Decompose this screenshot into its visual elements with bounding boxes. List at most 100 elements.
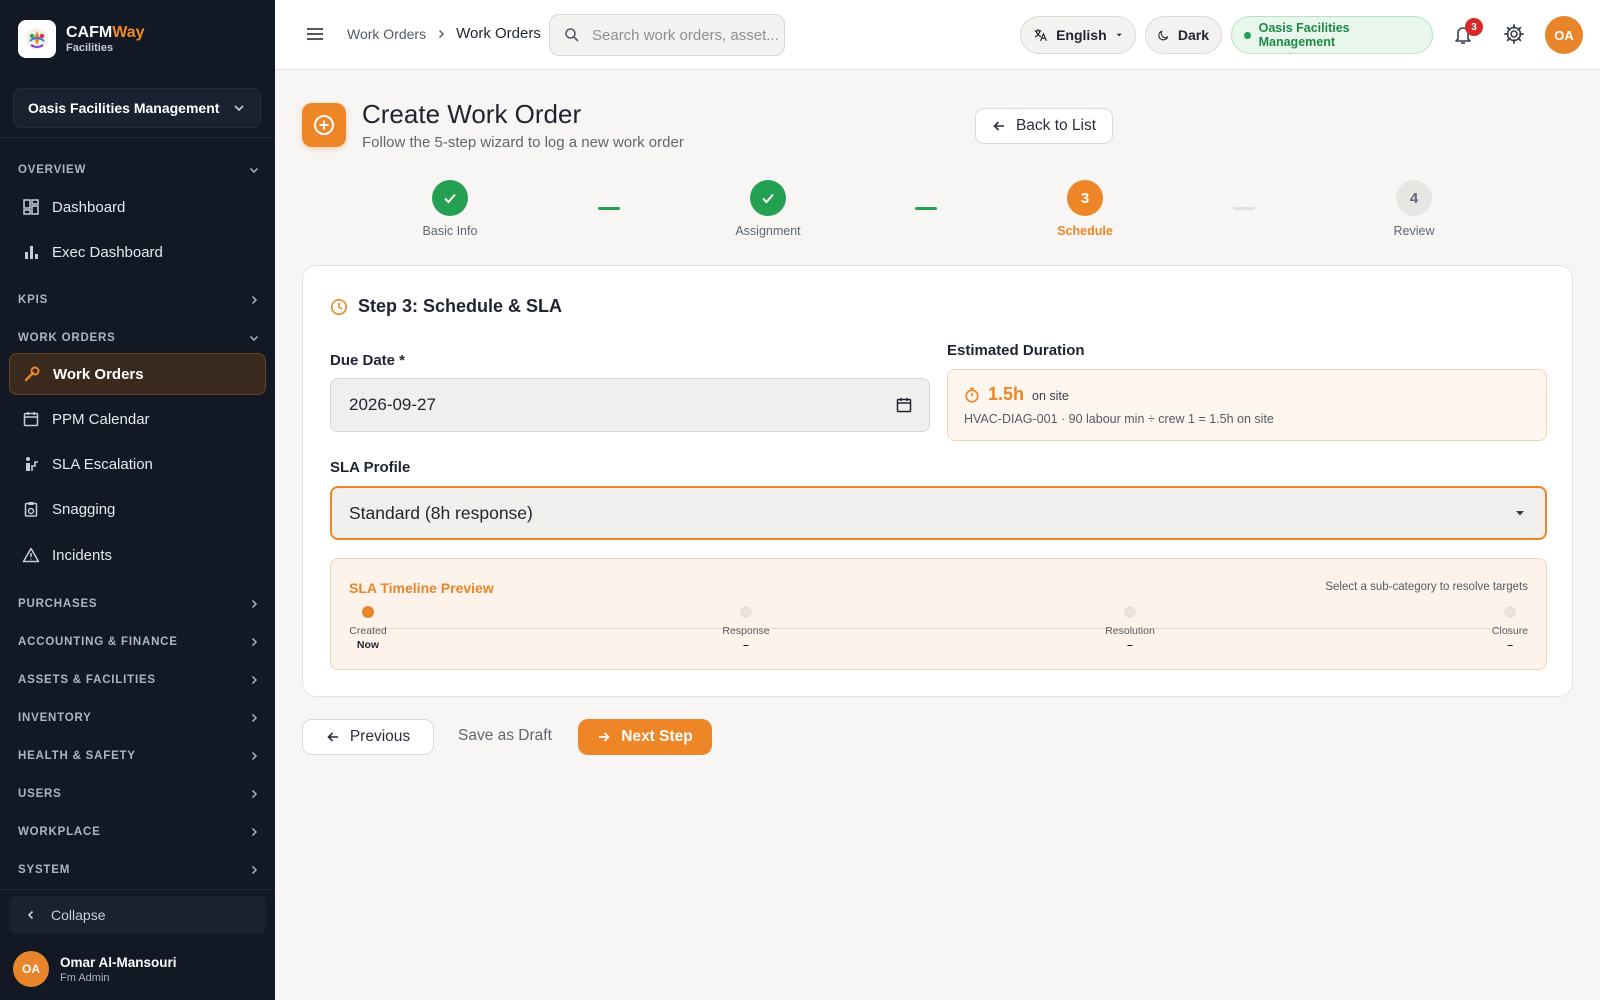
- sidebar-divider: [0, 889, 275, 890]
- section-assets-label: ASSETS & FACILITIES: [18, 674, 156, 686]
- user-name: Omar Al-Mansouri: [60, 954, 177, 970]
- sidebar-item-label: Work Orders: [53, 365, 144, 383]
- section-accounting-label: ACCOUNTING & FINANCE: [18, 636, 178, 648]
- sidebar-divider: [0, 137, 275, 138]
- arrow-right-icon: [599, 732, 610, 742]
- timeline-point-response: Response –: [706, 606, 786, 651]
- chevron-right-icon: [251, 599, 258, 609]
- step-label: Schedule: [1057, 224, 1113, 238]
- warning-icon: [22, 547, 40, 563]
- duration-value: 1.5h: [988, 384, 1025, 404]
- chevron-right-icon: [251, 751, 258, 761]
- sidebar-item-sla-escalation[interactable]: SLA Escalation: [9, 443, 266, 485]
- arrow-left-icon: [327, 732, 338, 742]
- brand-name: CAFMWay: [66, 24, 145, 41]
- chevron-right-icon: [439, 29, 445, 38]
- brand-logo-icon: [18, 20, 56, 58]
- section-kpis-label: KPIS: [18, 294, 49, 306]
- sidebar-item-work-orders[interactable]: Work Orders: [9, 353, 266, 395]
- section-system-label: SYSTEM: [18, 864, 71, 876]
- step-basic-info[interactable]: Basic Info: [380, 180, 520, 238]
- card-title-label: Step 3: Schedule & SLA: [358, 296, 563, 316]
- page-title: Create Work Order: [362, 99, 582, 129]
- breadcrumb-link-work-orders[interactable]: Work Orders: [347, 26, 426, 42]
- bar-chart-icon: [25, 246, 38, 259]
- sidebar-item-label: Dashboard: [52, 198, 126, 216]
- section-accounting-finance[interactable]: ACCOUNTING & FINANCE: [18, 636, 260, 648]
- notification-count-badge: 3: [1465, 18, 1483, 36]
- due-date-label: Due Date *: [330, 352, 406, 369]
- section-workplace-label: WORKPLACE: [18, 826, 101, 838]
- timeline-title: SLA Timeline Preview: [349, 580, 494, 596]
- translate-icon: [1034, 29, 1047, 42]
- organization-selector-label: Oasis Facilities Management: [28, 100, 220, 116]
- chevron-down-icon: [234, 105, 244, 112]
- chevron-right-icon: [251, 865, 258, 875]
- timeline-point-value: Now: [356, 639, 380, 651]
- arrow-left-icon: [993, 121, 1004, 131]
- due-date-value: 2026-09-27: [349, 395, 436, 414]
- section-workplace[interactable]: WORKPLACE: [18, 826, 260, 838]
- chevron-right-icon: [251, 637, 258, 647]
- step-connector: [598, 207, 620, 210]
- sla-profile-label: SLA Profile: [330, 459, 411, 476]
- section-kpis[interactable]: KPIS: [18, 294, 260, 306]
- organization-status-badge[interactable]: Oasis Facilities Management: [1231, 16, 1433, 54]
- step-schedule[interactable]: 3 Schedule: [1015, 180, 1155, 238]
- section-overview-label: OVERVIEW: [18, 164, 87, 176]
- sidebar-item-label: Snagging: [52, 500, 116, 518]
- sidebar-item-snagging[interactable]: Snagging: [9, 488, 266, 530]
- timeline-point-value: –: [743, 639, 749, 651]
- section-users[interactable]: USERS: [18, 788, 260, 800]
- section-overview[interactable]: OVERVIEW: [18, 164, 260, 176]
- section-work-orders[interactable]: WORK ORDERS: [18, 332, 260, 344]
- sidebar-item-incidents[interactable]: Incidents: [9, 534, 266, 576]
- language-selector[interactable]: English: [1020, 16, 1136, 54]
- chevron-left-icon: [27, 910, 34, 920]
- back-to-list-label: Back to List: [1015, 117, 1097, 134]
- user-avatar-button[interactable]: OA: [1545, 16, 1583, 54]
- section-work-orders-label: WORK ORDERS: [18, 332, 116, 344]
- section-purchases-label: PURCHASES: [18, 598, 98, 610]
- user-role: Fm Admin: [60, 971, 110, 984]
- section-system[interactable]: SYSTEM: [18, 864, 260, 876]
- calendar-icon[interactable]: [895, 396, 913, 414]
- sidebar-item-exec-dashboard[interactable]: Exec Dashboard: [9, 231, 266, 273]
- back-to-list-button[interactable]: Back to List: [975, 108, 1113, 144]
- sidebar: CAFMWay Facilities Oasis Facilities Mana…: [0, 0, 275, 1000]
- card-title: Step 3: Schedule & SLA: [330, 296, 562, 317]
- save-as-draft-button[interactable]: Save as Draft: [458, 727, 552, 745]
- previous-button[interactable]: Previous: [302, 719, 434, 755]
- due-date-field[interactable]: 2026-09-27: [330, 378, 930, 432]
- organization-label: Oasis Facilities Management: [1258, 21, 1350, 49]
- step-review[interactable]: 4 Review: [1344, 180, 1484, 238]
- organization-selector[interactable]: Oasis Facilities Management: [13, 88, 261, 128]
- step-complete-icon: [432, 180, 468, 216]
- section-assets-facilities[interactable]: ASSETS & FACILITIES: [18, 674, 260, 686]
- sidebar-item-label: SLA Escalation: [52, 455, 153, 473]
- timeline-point-label: Resolution: [1105, 625, 1155, 637]
- gear-icon[interactable]: [1503, 23, 1525, 50]
- next-step-label: Next Step: [621, 728, 693, 745]
- timeline-point-value: –: [1127, 639, 1133, 651]
- sidebar-item-ppm-calendar[interactable]: PPM Calendar: [9, 398, 266, 440]
- section-health-safety[interactable]: HEALTH & SAFETY: [18, 750, 260, 762]
- section-inventory[interactable]: INVENTORY: [18, 712, 260, 724]
- sidebar-item-dashboard[interactable]: Dashboard: [9, 186, 266, 228]
- user-profile[interactable]: OA Omar Al-Mansouri Fm Admin: [13, 951, 177, 987]
- chevron-right-icon: [251, 827, 258, 837]
- step-connector: [1233, 207, 1255, 210]
- moon-icon: [1158, 30, 1169, 41]
- timeline-hint: Select a sub-category to resolve targets: [1325, 581, 1528, 593]
- brand[interactable]: CAFMWay Facilities: [18, 20, 145, 58]
- step-assignment[interactable]: Assignment: [698, 180, 838, 238]
- duration-detail: HVAC-DIAG-001 · 90 labour min ÷ crew 1 =…: [964, 412, 1274, 426]
- theme-toggle[interactable]: Dark: [1145, 16, 1222, 54]
- section-purchases[interactable]: PURCHASES: [18, 598, 260, 610]
- brand-subtitle: Facilities: [66, 42, 114, 54]
- collapse-sidebar-button[interactable]: Collapse: [9, 896, 266, 934]
- sla-profile-select[interactable]: Standard (8h response): [330, 486, 1547, 540]
- next-step-button[interactable]: Next Step: [578, 719, 712, 755]
- search-input[interactable]: Search work orders, asset...: [549, 14, 785, 56]
- menu-icon[interactable]: [305, 24, 325, 49]
